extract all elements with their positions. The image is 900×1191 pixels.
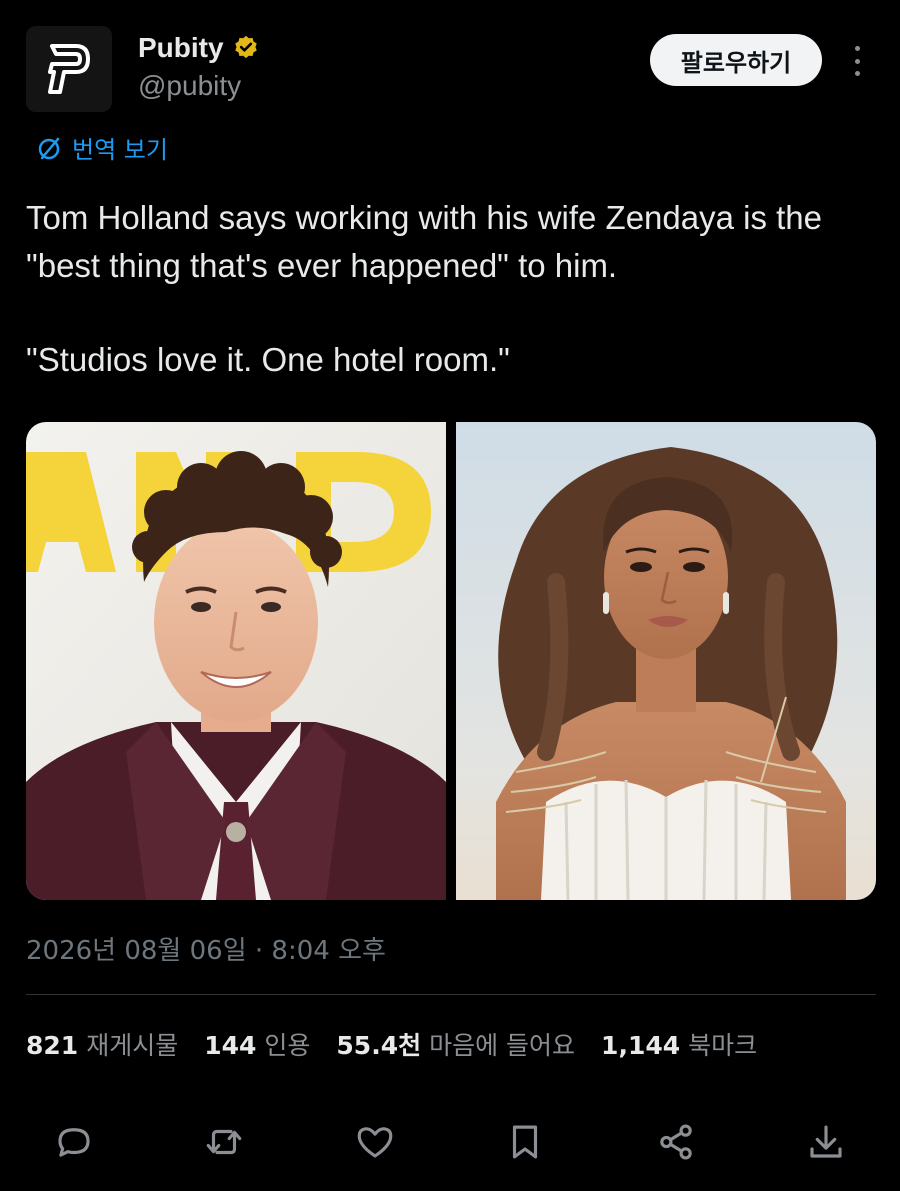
author-display-name[interactable]: Pubity	[138, 32, 224, 64]
pubity-logo-icon	[48, 44, 90, 94]
reply-icon	[58, 1128, 90, 1157]
more-options-icon[interactable]	[846, 46, 868, 76]
translate-label[interactable]: 번역 보기	[72, 130, 168, 165]
download-button[interactable]	[802, 1118, 850, 1166]
engagement-stats: 821 재게시물 144 인용 55.4천 마음에 들어요 1,144 북마크	[26, 1026, 757, 1062]
stat-likes[interactable]: 55.4천 마음에 들어요	[336, 1026, 575, 1062]
divider	[26, 994, 876, 995]
stat-bookmarks[interactable]: 1,144 북마크	[601, 1026, 757, 1062]
like-icon	[357, 1127, 393, 1158]
stat-bookmarks-count: 1,144	[601, 1031, 681, 1060]
photo-left-image	[26, 422, 446, 900]
stat-reposts-count: 821	[26, 1031, 79, 1060]
avatar[interactable]	[26, 26, 112, 112]
tweet-text-paragraph-1: Tom Holland says working with his wife Z…	[26, 199, 823, 284]
follow-button[interactable]: 팔로우하기	[650, 34, 822, 86]
repost-button[interactable]	[200, 1118, 248, 1166]
author-handle[interactable]: @pubity	[138, 70, 241, 102]
stat-quotes-label: 인용	[264, 1031, 311, 1060]
media-grid	[26, 422, 876, 900]
stat-quotes-count: 144	[204, 1031, 257, 1060]
photo-right-image	[456, 422, 876, 900]
action-bar	[50, 1118, 850, 1166]
like-button[interactable]	[351, 1118, 399, 1166]
translate-link[interactable]: 번역 보기	[36, 130, 168, 165]
tweet-text: Tom Holland says working with his wife Z…	[26, 194, 876, 384]
stat-bookmarks-label: 북마크	[688, 1031, 758, 1060]
share-button[interactable]	[652, 1118, 700, 1166]
bookmark-button[interactable]	[501, 1118, 549, 1166]
stat-quotes[interactable]: 144 인용	[204, 1026, 310, 1062]
stat-likes-count: 55.4천	[336, 1031, 422, 1060]
download-icon	[810, 1125, 842, 1158]
photo-zendaya[interactable]	[456, 422, 876, 900]
verified-badge-icon	[234, 35, 257, 59]
tweet-text-paragraph-2: "Studios love it. One hotel room."	[26, 341, 510, 378]
stat-reposts[interactable]: 821 재게시물	[26, 1026, 178, 1062]
share-icon	[659, 1124, 692, 1160]
tweet-timestamp[interactable]: 2026년 08월 06일 · 8:04 오후	[26, 930, 386, 967]
stat-likes-label: 마음에 들어요	[429, 1031, 576, 1060]
reply-button[interactable]	[50, 1118, 98, 1166]
translate-icon	[38, 137, 60, 159]
tweet-card: Pubity @pubity 팔로우하기 번역 보기 Tom Holland s…	[0, 0, 900, 1191]
stat-reposts-label: 재게시물	[86, 1031, 179, 1060]
photo-tom-holland[interactable]	[26, 422, 446, 900]
author-name-row[interactable]: Pubity	[138, 32, 260, 64]
bookmark-icon	[513, 1125, 538, 1159]
repost-icon	[207, 1129, 242, 1155]
